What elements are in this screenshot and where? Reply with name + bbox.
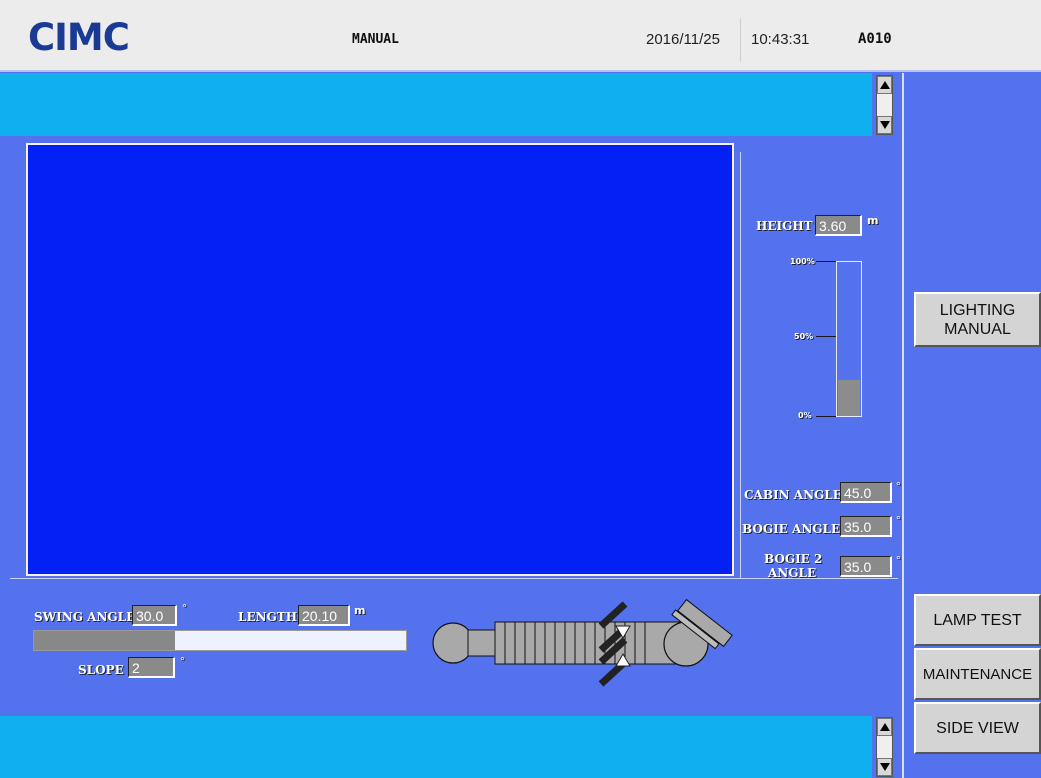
swing-angle-bar-fill [34, 631, 176, 650]
gauge-tick-line-0 [816, 416, 836, 417]
lighting-manual-line1: LIGHTING [939, 301, 1016, 319]
section-divider [10, 578, 898, 579]
scroll-track[interactable] [877, 94, 892, 116]
bogie2-angle-unit: ° [896, 553, 901, 567]
top-message-scrollbar[interactable] [876, 75, 893, 135]
scroll-up-icon[interactable] [877, 718, 892, 736]
right-panel-divider [902, 73, 904, 778]
height-gauge-fill [838, 379, 860, 416]
gauge-tick-100: 100% [790, 257, 815, 266]
bogie2-angle-label-line2: ANGLE [768, 566, 817, 580]
bogie-angle-label: BOGIE ANGLE [742, 522, 841, 536]
gauge-tick-line-100 [816, 261, 836, 262]
date-display: 2016/11/25 [646, 31, 720, 48]
bogie2-angle-label-line1: BOGIE 2 [764, 552, 823, 566]
gauge-tick-line-50 [816, 336, 836, 337]
maintenance-label: MAINTENANCE [922, 665, 1033, 683]
lighting-manual-line2: MANUAL [944, 320, 1011, 338]
slope-unit: ° [180, 654, 185, 668]
gauge-tick-0: 0% [798, 411, 812, 420]
scroll-track[interactable] [877, 736, 892, 758]
time-display: 10:43:31 [751, 31, 810, 48]
cabin-angle-unit: ° [896, 479, 901, 493]
height-label: HEIGHT [756, 219, 813, 233]
bottom-message-scrollbar[interactable] [876, 717, 893, 777]
swing-angle-unit: ° [182, 601, 187, 615]
length-unit: m [354, 604, 366, 617]
camera-view [26, 143, 734, 576]
mode-label: MANUAL [352, 32, 399, 47]
lamp-test-button[interactable]: LAMP TEST [914, 594, 1041, 646]
bogie-angle-value: 35.0 [840, 516, 892, 537]
bogie-angle-unit: ° [896, 513, 901, 527]
cabin-angle-value: 45.0 [840, 482, 892, 503]
alarm-code: A010 [858, 31, 892, 47]
gauge-tick-50: 50% [794, 332, 814, 341]
slope-value: 2 [128, 657, 175, 678]
cimc-logo: CIMC [28, 16, 130, 59]
bridge-diagram-icon [432, 598, 733, 687]
scroll-up-icon[interactable] [877, 76, 892, 94]
camera-divider [740, 152, 741, 578]
height-value: 3.60 [815, 215, 862, 236]
swing-angle-label: SWING ANGLE [34, 610, 136, 624]
height-unit: m [867, 214, 879, 227]
slope-label: SLOPE [78, 663, 124, 677]
bogie2-angle-value: 35.0 [840, 556, 892, 577]
length-value: 20.10 [298, 605, 350, 626]
top-message-bar [0, 73, 872, 136]
scroll-down-icon[interactable] [877, 758, 892, 776]
length-label: LENGTH [238, 610, 298, 624]
swing-angle-value: 30.0 [132, 605, 177, 626]
header-divider [740, 18, 741, 62]
side-view-button[interactable]: SIDE VIEW [914, 702, 1041, 754]
cabin-angle-label: CABIN ANGLE [744, 488, 842, 502]
lamp-test-label: LAMP TEST [933, 611, 1022, 629]
side-view-label: SIDE VIEW [936, 719, 1019, 737]
lighting-manual-button[interactable]: LIGHTING MANUAL [914, 292, 1041, 347]
bottom-message-bar [0, 716, 872, 778]
maintenance-button[interactable]: MAINTENANCE [914, 648, 1041, 700]
scroll-down-icon[interactable] [877, 116, 892, 134]
